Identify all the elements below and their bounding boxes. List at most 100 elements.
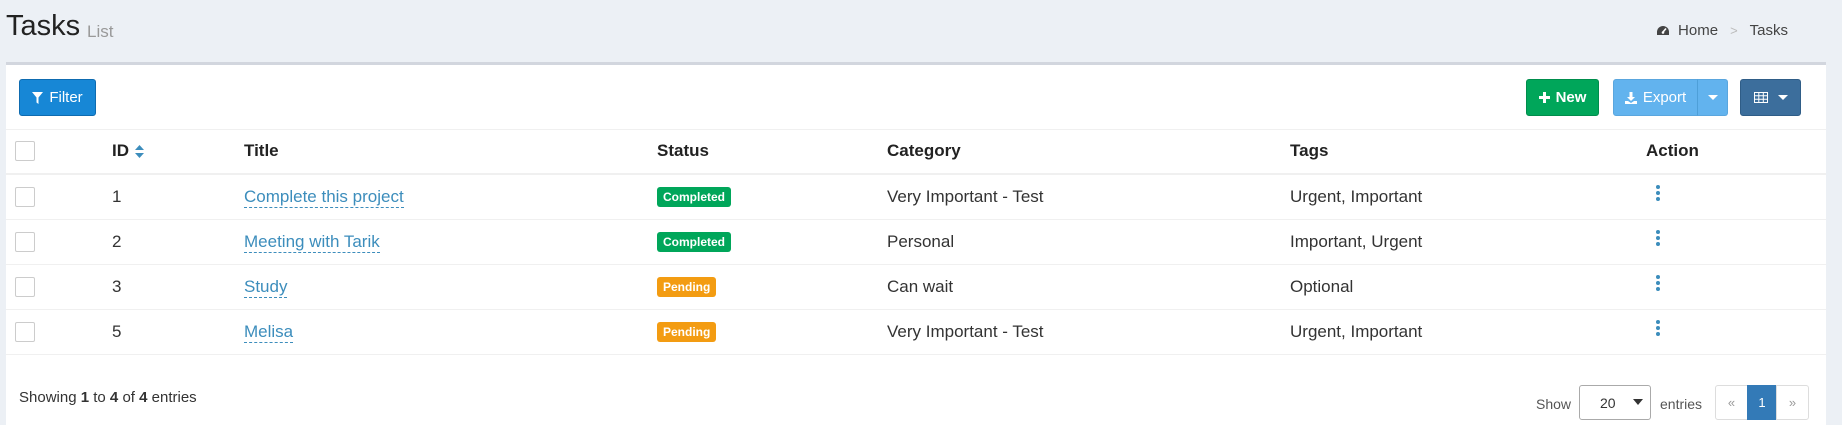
chevron-down-icon [1633,399,1643,405]
row-title-link[interactable]: Meeting with Tarik [244,231,380,253]
column-header-title[interactable]: Title [244,129,657,175]
page-size-select[interactable]: 20 [1579,385,1651,420]
row-checkbox[interactable] [15,187,35,207]
pagination: « 1 » [1715,385,1809,420]
table-info: Showing 1 to 4 of 4 entries [19,389,197,406]
info-entries-word: entries [151,389,197,406]
pagination-prev[interactable]: « [1715,385,1748,420]
row-action-cell [1646,309,1826,355]
export-button-label: Export [1642,89,1687,106]
row-id: 5 [107,309,244,355]
row-status-cell: Pending [657,309,887,355]
sort-icon [135,145,144,159]
row-category: Personal [887,219,1290,265]
more-vertical-icon[interactable] [1656,320,1660,338]
row-checkbox-cell [6,264,107,310]
row-title-cell: Complete this project [244,174,657,220]
dashboard-icon [1657,25,1670,35]
show-label: Show [1536,396,1572,412]
row-status-cell: Completed [657,219,887,265]
tasks-table: ID Title Status Category Tags Action 1 C… [6,129,1826,355]
export-dropdown-toggle[interactable] [1697,79,1728,116]
table-row: 1 Complete this project Completed Very I… [6,174,1826,220]
row-status-cell: Completed [657,174,887,220]
more-vertical-icon[interactable] [1656,230,1660,248]
select-all-checkbox[interactable] [15,141,35,162]
table-row: 2 Meeting with Tarik Completed Personal … [6,219,1826,265]
page-title: Tasks [6,10,81,42]
breadcrumb-current: Tasks [1749,22,1788,39]
row-id: 1 [107,174,244,220]
row-action-cell [1646,264,1826,310]
more-vertical-icon[interactable] [1656,275,1660,293]
row-checkbox-cell [6,174,107,220]
row-title-cell: Melisa [244,309,657,355]
row-tags: Optional [1290,264,1646,310]
table-icon [1753,92,1768,103]
table-header-row: ID Title Status Category Tags Action [6,129,1826,175]
new-button-label: New [1555,89,1587,106]
status-badge: Completed [657,232,732,252]
row-action-cell [1646,174,1826,220]
row-checkbox-cell [6,219,107,265]
row-tags: Urgent, Important [1290,309,1646,355]
download-icon [1624,91,1637,104]
info-to: 4 [109,389,119,406]
column-header-status[interactable]: Status [657,129,887,175]
row-title-link[interactable]: Melisa [244,321,294,343]
page-size-value: 20 [1600,394,1616,411]
row-title-cell: Meeting with Tarik [244,219,657,265]
row-checkbox[interactable] [15,231,35,252]
column-header-tags[interactable]: Tags [1290,129,1646,175]
info-from: 1 [80,389,90,406]
row-title-link[interactable]: Study [244,276,288,298]
column-header-id[interactable]: ID [107,129,244,175]
export-button[interactable]: Export [1613,79,1698,116]
chevron-down-icon [1707,95,1718,100]
status-badge: Pending [657,322,717,342]
column-header-action: Action [1646,129,1826,175]
row-checkbox[interactable] [15,321,35,342]
row-action-cell [1646,219,1826,265]
info-total: 4 [139,389,148,406]
table-row: 3 Study Pending Can wait Optional [6,264,1826,310]
row-title-cell: Study [244,264,657,310]
status-badge: Pending [657,277,717,297]
select-all-cell [6,129,107,175]
row-category: Can wait [887,264,1290,310]
row-checkbox-cell [6,309,107,355]
pagination-next[interactable]: » [1776,385,1809,420]
row-checkbox[interactable] [15,276,35,297]
filter-icon [32,91,44,104]
table-row: 5 Melisa Pending Very Important - Test U… [6,309,1826,355]
breadcrumb-separator: > [1730,23,1738,38]
chevron-down-icon [1777,95,1788,100]
row-category: Very Important - Test [887,174,1290,220]
new-button[interactable]: New [1526,79,1599,116]
column-header-id-label: ID [112,141,129,160]
column-header-category[interactable]: Category [887,129,1290,175]
row-title-link[interactable]: Complete this project [244,186,404,208]
row-category: Very Important - Test [887,309,1290,355]
pagination-page-1[interactable]: 1 [1747,385,1777,420]
row-tags: Urgent, Important [1290,174,1646,220]
page-header: Tasks List Home > Tasks [0,0,1842,62]
tasks-box: Filter New Export ID Title Status Catego… [6,62,1826,425]
row-id: 3 [107,264,244,310]
info-to-word: to [93,389,106,406]
filter-button[interactable]: Filter [19,79,96,116]
row-id: 2 [107,219,244,265]
status-badge: Completed [657,187,732,208]
breadcrumb: Home > Tasks [1656,22,1788,39]
row-status-cell: Pending [657,264,887,310]
row-tags: Important, Urgent [1290,219,1646,265]
plus-icon [1538,92,1550,103]
info-prefix: Showing [19,389,77,406]
more-vertical-icon[interactable] [1656,185,1660,203]
entries-label: entries [1660,396,1703,412]
filter-button-label: Filter [49,89,83,106]
page-subtitle: List [87,22,114,41]
toolbar: Filter New Export [6,65,1826,130]
breadcrumb-home-link[interactable]: Home [1678,22,1718,39]
column-visibility-button[interactable] [1740,79,1801,116]
